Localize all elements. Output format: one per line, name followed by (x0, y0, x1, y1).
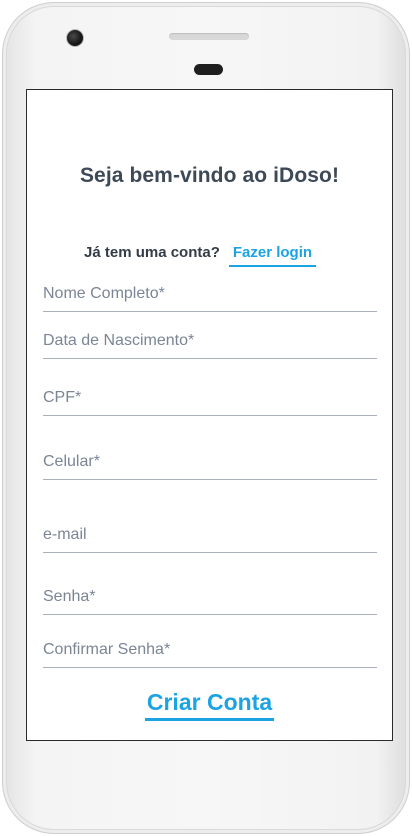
confirm-password-input[interactable] (43, 640, 377, 660)
app-screen: Seja bem-vindo ao iDoso! Já tem uma cont… (26, 89, 393, 741)
confirm-password-field (43, 640, 377, 668)
birth-date-field (43, 331, 377, 359)
full-name-input[interactable] (43, 284, 377, 304)
login-question: Já tem uma conta? (84, 244, 220, 261)
login-link[interactable]: Fazer login (228, 242, 317, 267)
front-camera-icon (66, 29, 84, 47)
password-field (43, 587, 377, 615)
cpf-input[interactable] (43, 388, 377, 408)
cpf-field (43, 388, 377, 416)
password-input[interactable] (43, 587, 377, 607)
phone-frame: Seja bem-vindo ao iDoso! Já tem uma cont… (2, 2, 410, 834)
birth-date-input[interactable] (43, 331, 377, 351)
login-prompt: Já tem uma conta? Fazer login (84, 242, 317, 267)
phone-input[interactable] (43, 452, 377, 472)
create-account-button[interactable]: Criar Conta (144, 688, 275, 721)
phone-field (43, 452, 377, 480)
email-field (43, 525, 377, 553)
email-input[interactable] (43, 525, 377, 545)
page-title: Seja bem-vindo ao iDoso! (79, 164, 340, 187)
earpiece-speaker (169, 33, 249, 40)
proximity-sensor (194, 64, 223, 75)
submit-area: Criar Conta (27, 688, 392, 721)
full-name-field (43, 284, 377, 312)
